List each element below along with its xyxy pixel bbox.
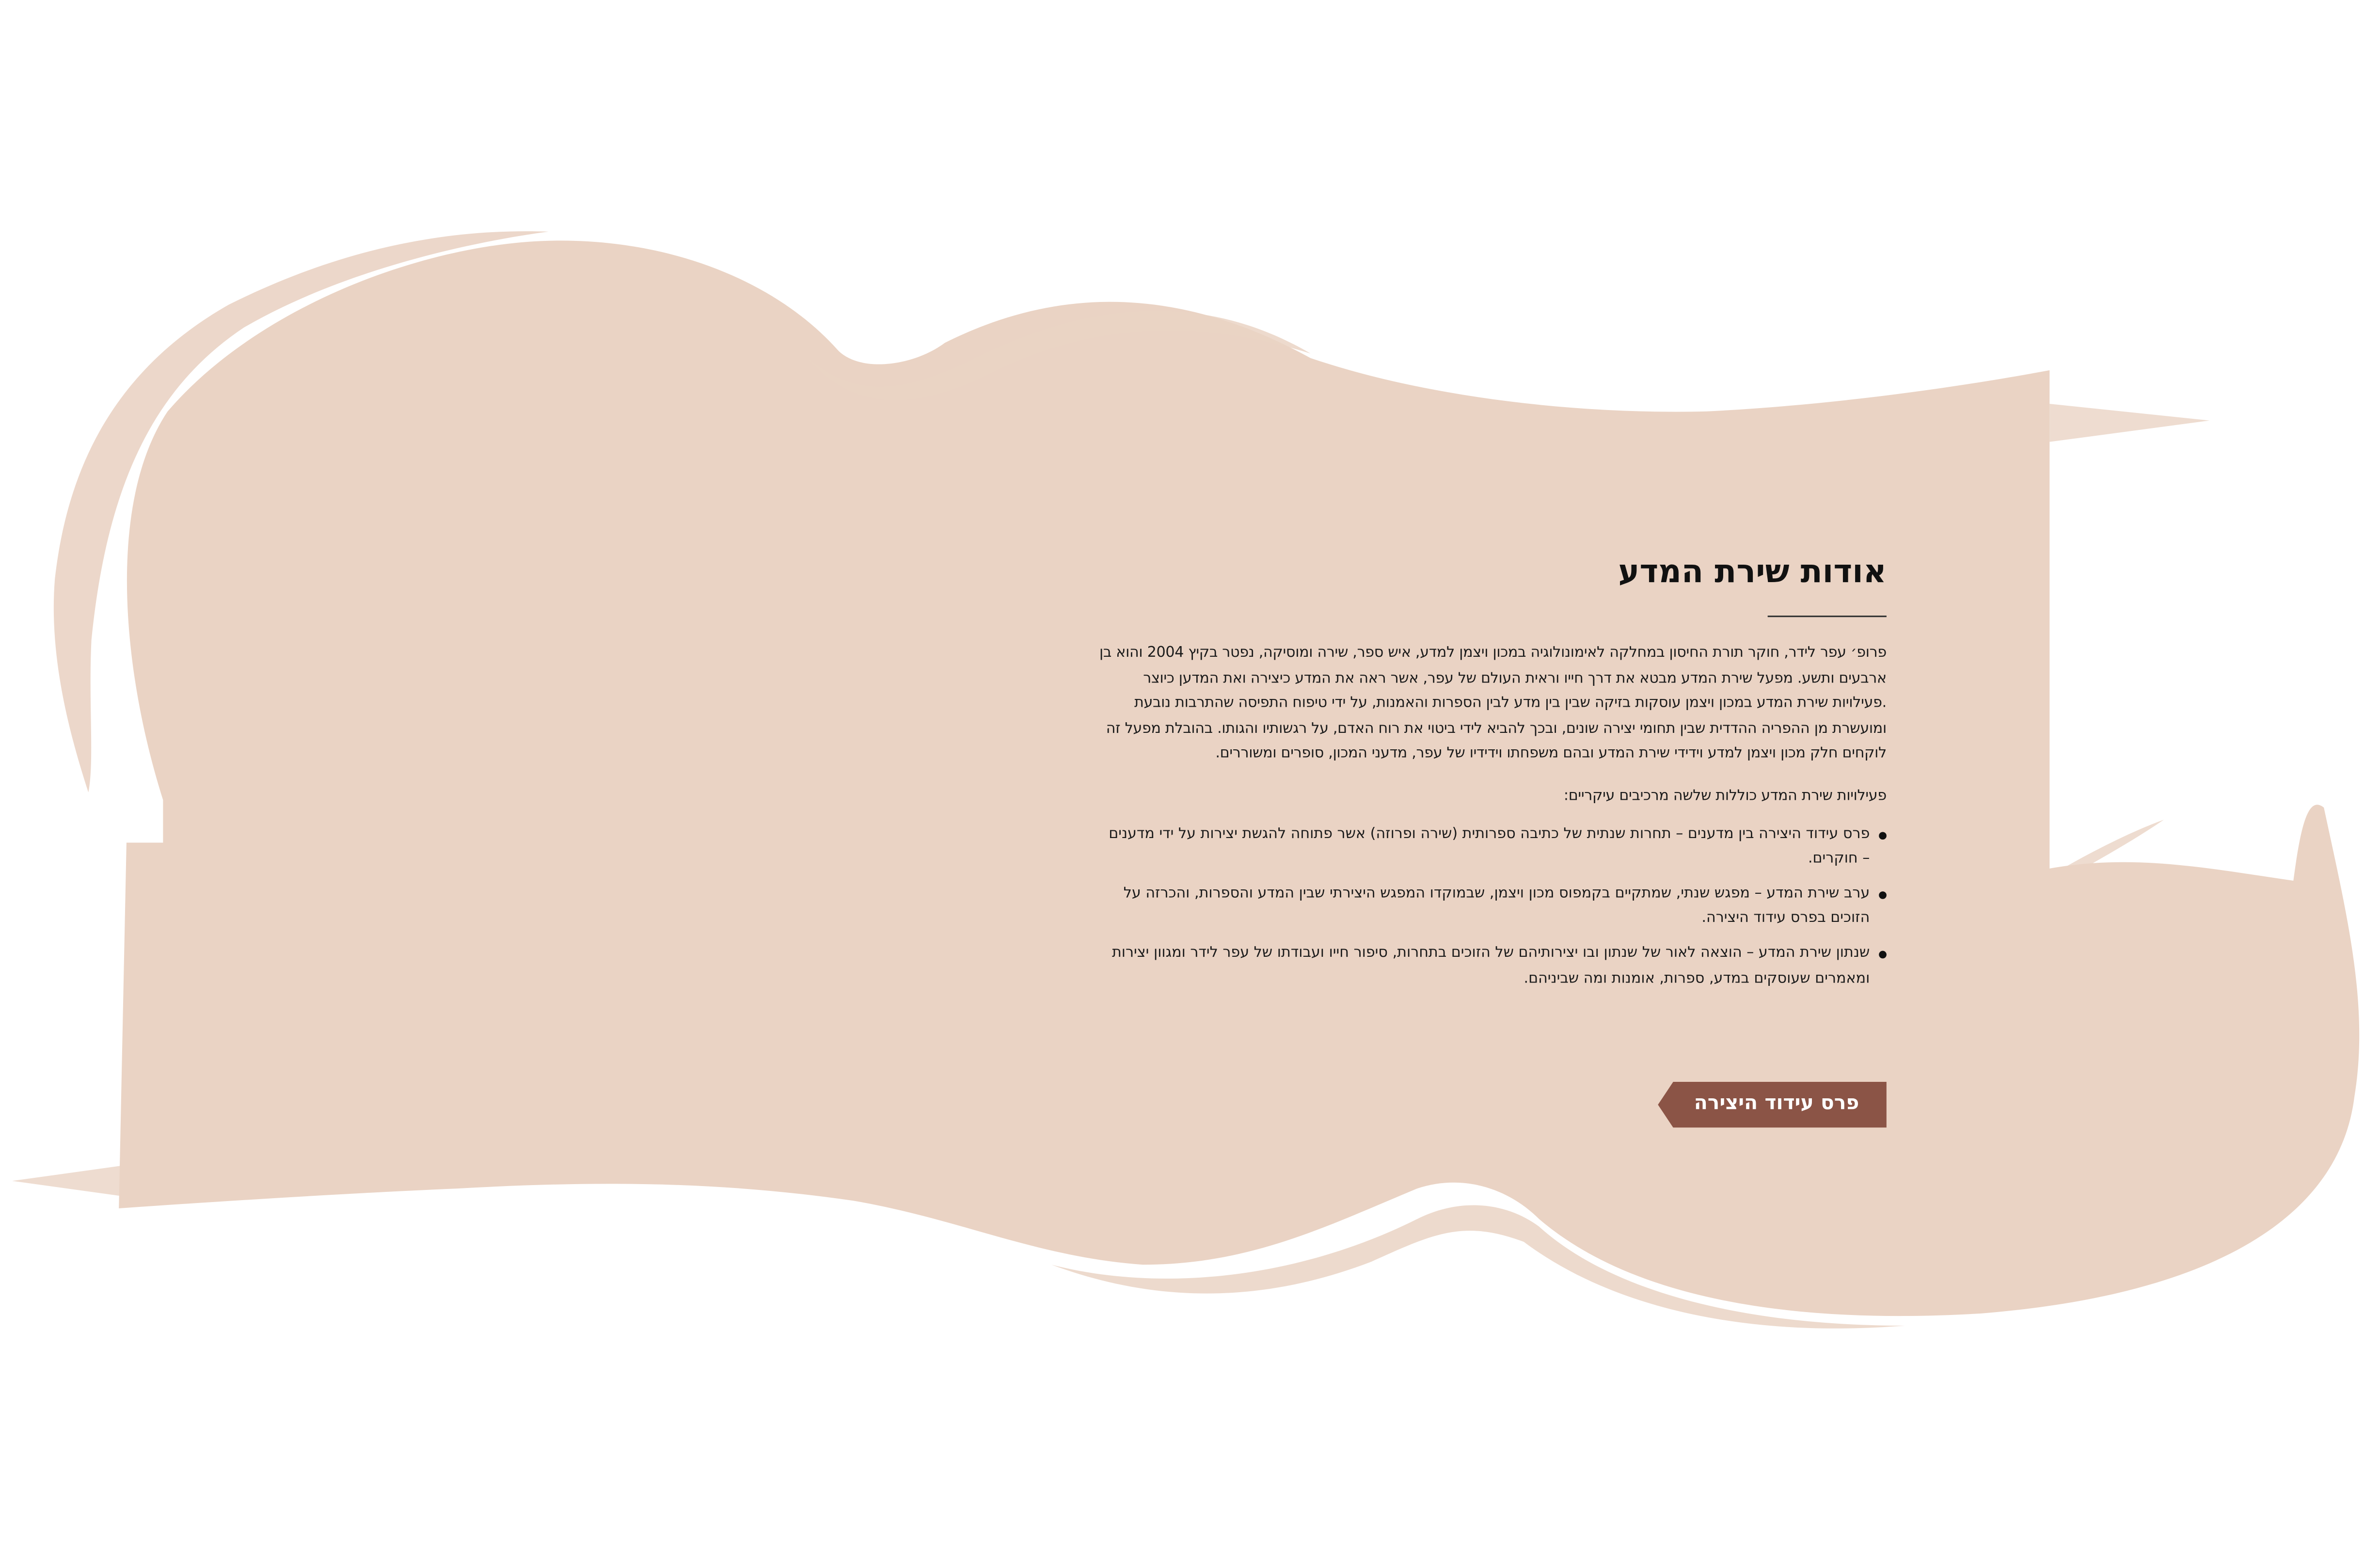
- components-intro: פעילויות שירת המדע כוללות שלשה מרכיבים ע…: [1563, 788, 1887, 805]
- page-title: אודות שירת המדע: [1618, 553, 1887, 590]
- components-list: פרס עידוד היצירה בין מדענים – תחרות שנתי…: [1097, 822, 1887, 992]
- intro-paragraph: פרופ׳ עפר לידר, חוקר תורת החיסון במחלקה …: [1099, 644, 1887, 763]
- list-item: ערב שירת המדע – מפגש שנתי, שמתקיים בקמפו…: [1097, 882, 1887, 932]
- about-section: אודות שירת המדע פרופ׳ עפר לידר, חוקר תור…: [1097, 549, 1887, 1001]
- title-divider: [1767, 616, 1887, 618]
- page: אודות שירת המדע פרופ׳ עפר לידר, חוקר תור…: [0, 0, 2365, 1568]
- list-item: שנתון שירת המדע – הוצאה לאור של שנתון וב…: [1097, 942, 1887, 992]
- brush-edge-left-bottom: [12, 1165, 122, 1196]
- creativity-prize-button[interactable]: פרס עידוד היצירה: [1658, 1082, 1887, 1128]
- list-item: פרס עידוד היצירה בין מדענים – תחרות שנתי…: [1097, 822, 1887, 872]
- brush-edge-right: [2049, 404, 2210, 442]
- button-label: פרס עידוד היצירה: [1694, 1093, 1859, 1116]
